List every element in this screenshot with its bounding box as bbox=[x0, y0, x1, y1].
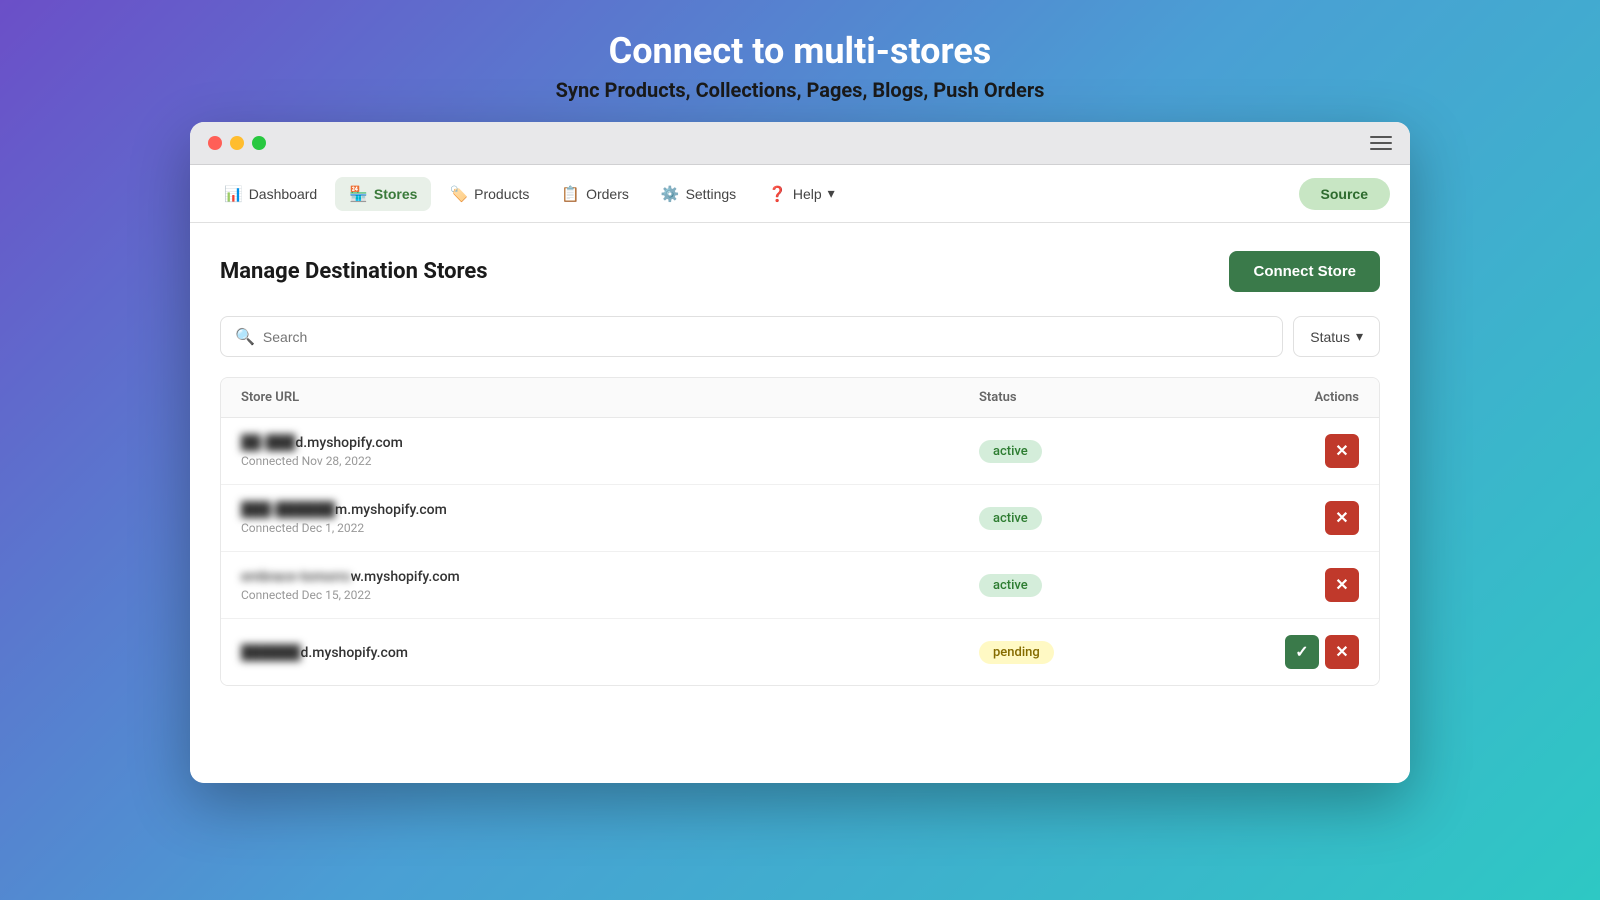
menu-line-3 bbox=[1370, 148, 1392, 150]
menu-line-2 bbox=[1370, 142, 1392, 144]
status-filter-label: Status bbox=[1310, 329, 1350, 345]
store-url-cell: ███-██████m.myshopify.com Connected Dec … bbox=[241, 501, 979, 535]
orders-icon: 📋 bbox=[561, 185, 580, 203]
navbar: 📊 Dashboard 🏪 Stores 🏷️ Products 📋 Order… bbox=[190, 165, 1410, 223]
nav-help[interactable]: ❓ Help ▾ bbox=[754, 177, 849, 211]
status-badge: active bbox=[979, 574, 1042, 597]
main-content: Manage Destination Stores Connect Store … bbox=[190, 223, 1410, 783]
stores-icon: 🏪 bbox=[349, 185, 368, 203]
status-badge: active bbox=[979, 440, 1042, 463]
col-status: Status bbox=[979, 390, 1199, 405]
menu-line-1 bbox=[1370, 136, 1392, 138]
nav-dashboard[interactable]: 📊 Dashboard bbox=[210, 177, 331, 211]
nav-orders[interactable]: 📋 Orders bbox=[547, 177, 642, 211]
page-title: Connect to multi-stores bbox=[556, 30, 1045, 72]
status-cell: pending bbox=[979, 641, 1199, 664]
hamburger-menu-icon[interactable] bbox=[1370, 136, 1392, 150]
dashboard-icon: 📊 bbox=[224, 185, 243, 203]
store-url-visible: d.myshopify.com bbox=[301, 645, 408, 661]
status-cell: active bbox=[979, 507, 1199, 530]
table-row: embrace-tomorrow.myshopify.com Connected… bbox=[221, 552, 1379, 619]
store-url: embrace-tomorrow.myshopify.com bbox=[241, 569, 979, 585]
store-url-visible: w.myshopify.com bbox=[351, 569, 460, 585]
store-url-visible: d.myshopify.com bbox=[295, 435, 402, 451]
status-cell: active bbox=[979, 440, 1199, 463]
maximize-button[interactable] bbox=[252, 136, 266, 150]
nav-stores[interactable]: 🏪 Stores bbox=[335, 177, 431, 211]
status-filter-button[interactable]: Status ▾ bbox=[1293, 316, 1380, 357]
nav-help-label: Help bbox=[793, 186, 822, 202]
help-icon: ❓ bbox=[768, 185, 787, 203]
store-connected-date: Connected Dec 15, 2022 bbox=[241, 588, 979, 602]
store-url-cell: ██-███d.myshopify.com Connected Nov 28, … bbox=[241, 434, 979, 468]
delete-button[interactable]: ✕ bbox=[1325, 568, 1359, 602]
page-header: Connect to multi-stores Sync Products, C… bbox=[556, 30, 1045, 102]
table-header: Store URL Status Actions bbox=[221, 378, 1379, 418]
store-url-cell: embrace-tomorrow.myshopify.com Connected… bbox=[241, 569, 979, 602]
nav-products[interactable]: 🏷️ Products bbox=[435, 177, 543, 211]
minimize-button[interactable] bbox=[230, 136, 244, 150]
col-store-url: Store URL bbox=[241, 390, 979, 405]
chevron-down-icon: ▾ bbox=[828, 185, 835, 202]
connect-store-button[interactable]: Connect Store bbox=[1229, 251, 1380, 292]
nav-dashboard-label: Dashboard bbox=[249, 186, 318, 202]
products-icon: 🏷️ bbox=[449, 185, 468, 203]
status-cell: active bbox=[979, 574, 1199, 597]
actions-cell: ✕ bbox=[1199, 434, 1359, 468]
delete-button[interactable]: ✕ bbox=[1325, 501, 1359, 535]
delete-button[interactable]: ✕ bbox=[1325, 434, 1359, 468]
delete-button[interactable]: ✕ bbox=[1325, 635, 1359, 669]
table-row: ███-██████m.myshopify.com Connected Dec … bbox=[221, 485, 1379, 552]
store-url-blurred: embrace-tomorro bbox=[241, 569, 351, 585]
store-connected-date: Connected Nov 28, 2022 bbox=[241, 454, 979, 468]
status-badge: pending bbox=[979, 641, 1054, 664]
content-title: Manage Destination Stores bbox=[220, 259, 488, 284]
table-row: ██████d.myshopify.com pending ✓ ✕ bbox=[221, 619, 1379, 685]
confirm-button[interactable]: ✓ bbox=[1285, 635, 1319, 669]
nav-stores-label: Stores bbox=[374, 186, 418, 202]
store-url-blurred: ███-██████ bbox=[241, 502, 335, 518]
store-url-visible: m.myshopify.com bbox=[335, 502, 447, 518]
content-header: Manage Destination Stores Connect Store bbox=[220, 251, 1380, 292]
status-badge: active bbox=[979, 507, 1042, 530]
search-input[interactable] bbox=[263, 329, 1268, 345]
search-box: 🔍 bbox=[220, 316, 1283, 357]
nav-products-label: Products bbox=[474, 186, 529, 202]
col-actions: Actions bbox=[1199, 390, 1359, 405]
nav-settings[interactable]: ⚙️ Settings bbox=[647, 177, 750, 211]
store-url-cell: ██████d.myshopify.com bbox=[241, 644, 979, 661]
search-icon: 🔍 bbox=[235, 327, 255, 346]
nav-items: 📊 Dashboard 🏪 Stores 🏷️ Products 📋 Order… bbox=[210, 177, 1299, 211]
store-url-blurred: ██████ bbox=[241, 645, 301, 661]
search-filter-row: 🔍 Status ▾ bbox=[220, 316, 1380, 357]
store-url: ███-██████m.myshopify.com bbox=[241, 501, 979, 518]
store-url-blurred: ██-███ bbox=[241, 435, 295, 451]
nav-right: Source bbox=[1299, 178, 1390, 210]
settings-icon: ⚙️ bbox=[661, 185, 680, 203]
actions-cell: ✕ bbox=[1199, 501, 1359, 535]
store-url: ██-███d.myshopify.com bbox=[241, 434, 979, 451]
close-button[interactable] bbox=[208, 136, 222, 150]
stores-table: Store URL Status Actions ██-███d.myshopi… bbox=[220, 377, 1380, 686]
status-filter-chevron-icon: ▾ bbox=[1356, 328, 1363, 345]
nav-orders-label: Orders bbox=[586, 186, 629, 202]
table-row: ██-███d.myshopify.com Connected Nov 28, … bbox=[221, 418, 1379, 485]
window-titlebar bbox=[190, 122, 1410, 165]
nav-settings-label: Settings bbox=[686, 186, 737, 202]
app-window: 📊 Dashboard 🏪 Stores 🏷️ Products 📋 Order… bbox=[190, 122, 1410, 783]
page-subtitle: Sync Products, Collections, Pages, Blogs… bbox=[556, 78, 1045, 102]
source-button[interactable]: Source bbox=[1299, 178, 1390, 210]
store-connected-date: Connected Dec 1, 2022 bbox=[241, 521, 979, 535]
window-controls bbox=[208, 136, 266, 150]
actions-cell: ✓ ✕ bbox=[1199, 635, 1359, 669]
actions-cell: ✕ bbox=[1199, 568, 1359, 602]
store-url: ██████d.myshopify.com bbox=[241, 644, 979, 661]
